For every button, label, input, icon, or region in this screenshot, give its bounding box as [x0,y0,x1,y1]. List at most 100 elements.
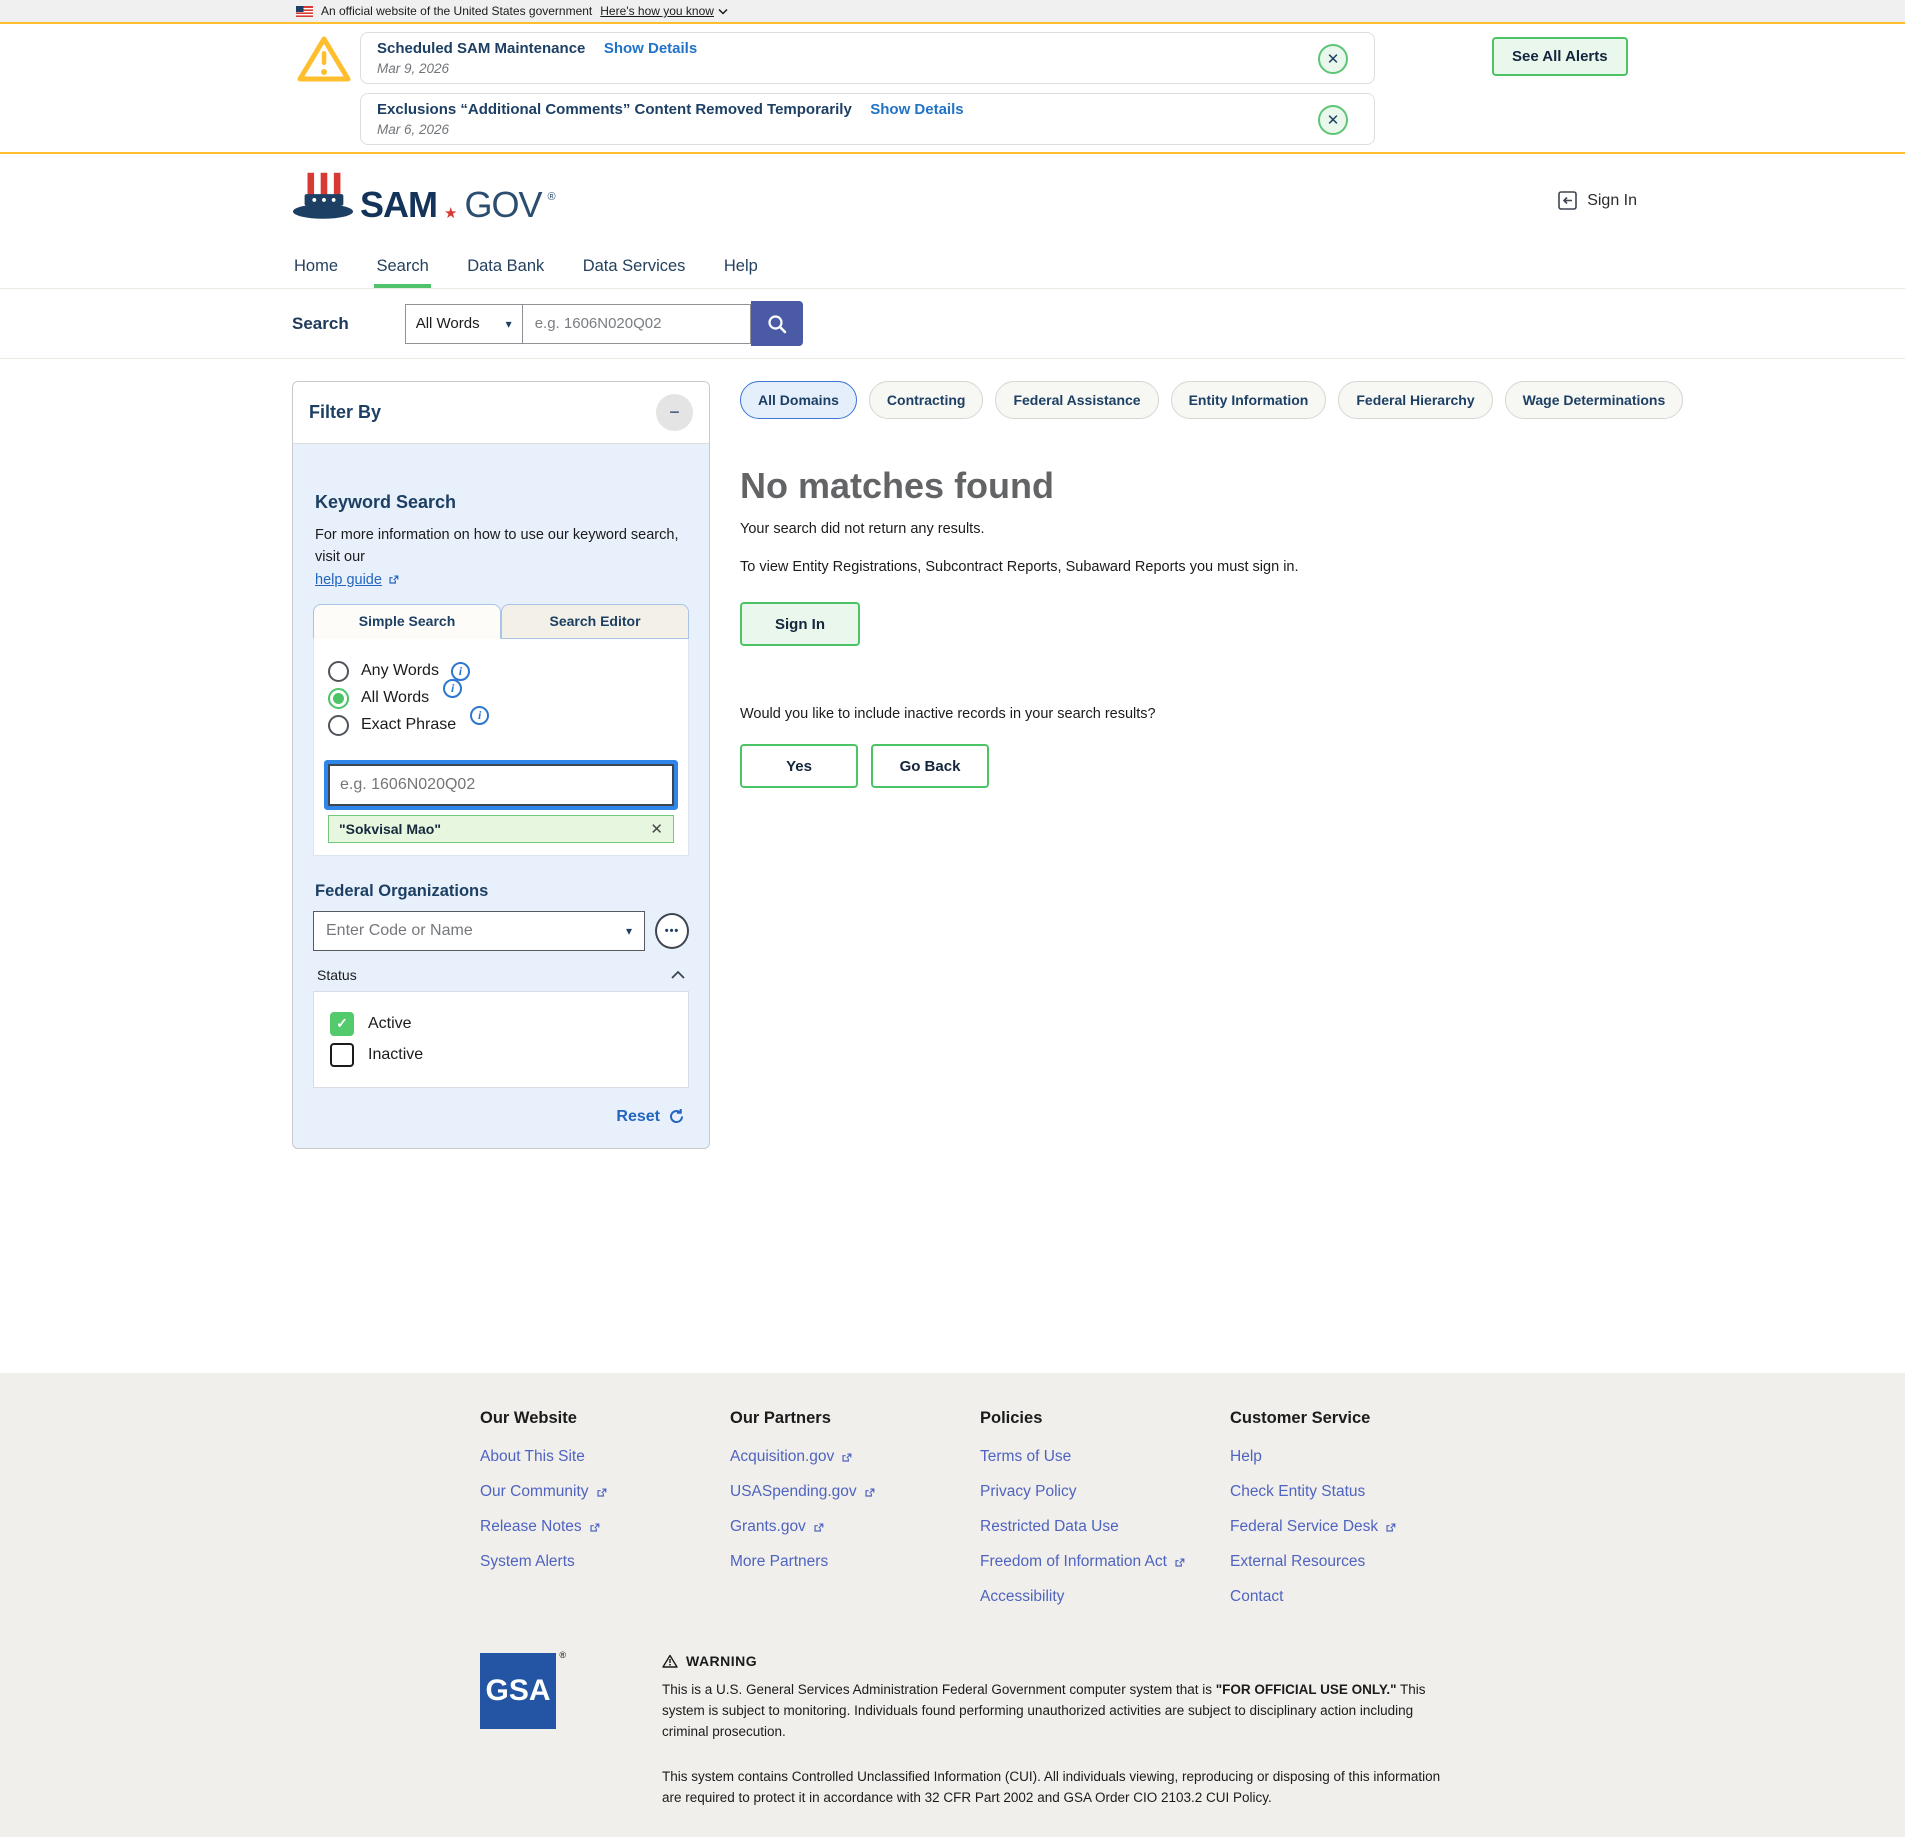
federal-orgs-placeholder: Enter Code or Name [326,922,473,940]
alerts-section: Scheduled SAM Maintenance Show Details M… [0,24,1905,154]
info-icon[interactable]: i [443,679,462,698]
sign-in-icon [1557,190,1578,211]
footer-link-grants-gov[interactable]: Grants.gov [730,1518,825,1536]
pill-all-domains[interactable]: All Domains [740,381,857,419]
see-all-alerts-button[interactable]: See All Alerts [1492,37,1628,76]
footer-col-our-website: Our Website About This Site Our Communit… [480,1409,730,1623]
footer-link-acquisition-gov[interactable]: Acquisition.gov [730,1448,853,1466]
footer-col-policies: Policies Terms of Use Privacy Policy Res… [980,1409,1230,1623]
tab-search-editor[interactable]: Search Editor [501,604,689,639]
alert-item: Scheduled SAM Maintenance Show Details M… [360,32,1375,84]
footer-link-our-community[interactable]: Our Community [480,1483,608,1501]
footer-link-external-resources[interactable]: External Resources [1230,1553,1365,1571]
footer-link-release-notes[interactable]: Release Notes [480,1518,601,1536]
footer-link-accessibility[interactable]: Accessibility [980,1588,1064,1606]
gsa-registered-mark: ® [559,1650,566,1660]
footer-link-foia[interactable]: Freedom of Information Act [980,1553,1186,1571]
radio-any-words[interactable] [328,661,349,682]
warning-block: WARNING This is a U.S. General Services … [662,1653,1462,1809]
footer-link-terms-of-use[interactable]: Terms of Use [980,1448,1071,1466]
external-link-icon [1384,1521,1397,1534]
radio-all-words-label: All Words [361,689,429,707]
search-input[interactable] [523,304,751,344]
warning-icon [662,1654,678,1668]
show-details-link[interactable]: Show Details [604,40,697,57]
footer-link-federal-service-desk[interactable]: Federal Service Desk [1230,1518,1397,1536]
close-icon[interactable]: ✕ [1318,105,1348,135]
sam-gov-logo[interactable]: SAM ★ GOV ® [292,171,556,223]
reset-label: Reset [616,1108,660,1126]
status-options-card: ✓ Active Inactive [313,991,689,1088]
checkbox-active[interactable]: ✓ [330,1012,354,1036]
nav-item-data-bank[interactable]: Data Bank [465,246,546,288]
footer-link-restricted-data-use[interactable]: Restricted Data Use [980,1518,1119,1536]
nav-item-help[interactable]: Help [722,246,760,288]
keyword-input[interactable] [328,764,674,806]
search-mode-value: All Words [416,315,480,332]
alert-title: Scheduled SAM Maintenance [377,40,585,57]
nav-item-data-services[interactable]: Data Services [581,246,688,288]
go-back-button[interactable]: Go Back [871,744,989,788]
warning-paragraph-1: This is a U.S. General Services Administ… [662,1680,1462,1743]
radio-any-words-label: Any Words [361,662,439,680]
collapse-filters-button[interactable]: − [656,394,693,431]
footer-link-privacy-policy[interactable]: Privacy Policy [980,1483,1076,1501]
reset-filters[interactable]: Reset [317,1108,685,1126]
checkbox-inactive-label: Inactive [368,1046,423,1064]
search-mode-select[interactable]: All Words ▾ [405,304,523,344]
footer-link-help[interactable]: Help [1230,1448,1262,1466]
footer-link-check-entity-status[interactable]: Check Entity Status [1230,1483,1365,1501]
footer-link-contact[interactable]: Contact [1230,1588,1283,1606]
search-submit-button[interactable] [751,301,803,346]
keyword-chip-label: "Sokvisal Mao" [339,821,441,837]
footer-col-heading: Policies [980,1409,1230,1428]
gov-banner-text: An official website of the United States… [321,4,592,18]
chip-remove-icon[interactable]: ✕ [650,820,663,838]
radio-all-words[interactable] [328,688,349,709]
question-buttons: Yes Go Back [740,744,1905,788]
pill-wage-determinations[interactable]: Wage Determinations [1505,381,1684,419]
search-label: Search [292,314,349,334]
star-icon: ★ [444,206,457,221]
footer-link-about-this-site[interactable]: About This Site [480,1448,585,1466]
alert-title: Exclusions “Additional Comments” Content… [377,101,852,118]
checkbox-inactive[interactable] [330,1043,354,1067]
pill-entity-information[interactable]: Entity Information [1171,381,1327,419]
no-matches-title: No matches found [740,465,1905,507]
external-link-icon [1173,1556,1186,1569]
footer-col-heading: Our Partners [730,1409,980,1428]
close-icon[interactable]: ✕ [1318,44,1348,74]
help-guide-link[interactable]: help guide [315,572,400,588]
footer-link-more-partners[interactable]: More Partners [730,1553,828,1571]
sign-in-link[interactable]: Sign In [1557,190,1637,211]
how-you-know-link[interactable]: Here's how you know [600,4,728,18]
more-options-button[interactable]: ••• [655,913,689,949]
pill-federal-hierarchy[interactable]: Federal Hierarchy [1338,381,1492,419]
federal-orgs-combobox[interactable]: Enter Code or Name ▾ [313,911,645,951]
show-details-link[interactable]: Show Details [870,101,963,118]
radio-exact-phrase[interactable] [328,715,349,736]
site-header: SAM ★ GOV ® Sign In [0,154,1905,246]
external-link-icon [588,1521,601,1534]
sign-in-button[interactable]: Sign In [740,602,860,646]
info-icon[interactable]: i [470,706,489,725]
footer-col-heading: Our Website [480,1409,730,1428]
yes-button[interactable]: Yes [740,744,858,788]
footer-link-usaspending-gov[interactable]: USASpending.gov [730,1483,876,1501]
refresh-icon [668,1108,685,1125]
sign-in-label: Sign In [1587,192,1637,210]
external-link-icon [595,1486,608,1499]
tab-simple-search[interactable]: Simple Search [313,604,501,639]
caret-down-icon: ▾ [626,924,632,938]
pill-contracting[interactable]: Contracting [869,381,984,419]
nav-item-home[interactable]: Home [292,246,340,288]
pill-federal-assistance[interactable]: Federal Assistance [995,381,1158,419]
status-section-header[interactable]: Status [317,967,685,983]
external-link-icon [840,1451,853,1464]
nav-item-search[interactable]: Search [374,246,430,288]
inactive-records-question: Would you like to include inactive recor… [740,706,1905,722]
search-icon [766,313,788,335]
federal-orgs-row: Enter Code or Name ▾ ••• [313,911,689,951]
warning-paragraph-2: This system contains Controlled Unclassi… [662,1767,1462,1809]
footer-link-system-alerts[interactable]: System Alerts [480,1553,575,1571]
